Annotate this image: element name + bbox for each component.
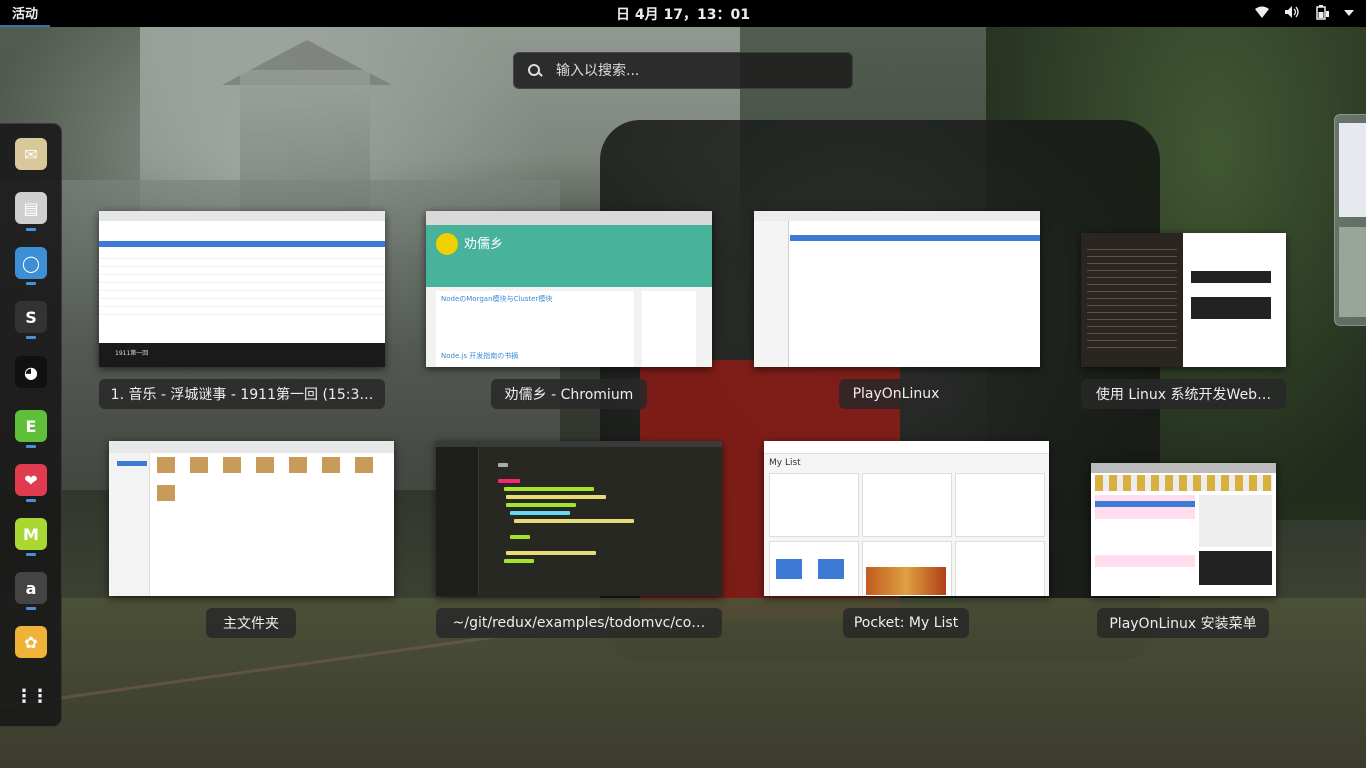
search-input[interactable]: [554, 61, 828, 80]
selected-row: [790, 235, 1040, 241]
clock[interactable]: 日 4月 17，13：01: [616, 4, 750, 24]
places-sidebar: [109, 453, 150, 596]
title-bar: [1091, 463, 1276, 473]
selected-row: [99, 241, 385, 247]
sidebar: [754, 221, 789, 367]
category-icons: [1095, 475, 1272, 491]
article-card: [862, 473, 952, 537]
window-thumbnail-sublime[interactable]: [436, 441, 722, 596]
sidebar-widget: [642, 291, 696, 367]
selected-place: [117, 461, 147, 466]
window-caption: ~/git/redux/examples/todomvc/co…: [436, 608, 722, 638]
article-card: [769, 473, 859, 537]
running-indicator: [26, 336, 36, 339]
playlist-rows: [99, 251, 385, 321]
window-caption: PlayOnLinux: [839, 379, 953, 409]
menu-bar: [99, 211, 385, 221]
mendeley-app-icon[interactable]: M: [15, 518, 47, 550]
window-caption: 使用 Linux 系统开发Web…: [1081, 379, 1286, 409]
article-card: [955, 541, 1045, 596]
blog-avatar: [436, 233, 458, 255]
background-clock-tower: [240, 70, 370, 230]
pocket-app-icon[interactable]: ❤: [15, 464, 47, 496]
window-thumbnail-pocket[interactable]: My List: [764, 441, 1049, 596]
running-indicator: [26, 282, 36, 285]
window-caption: 劝儒乡 - Chromium: [491, 379, 647, 409]
program-list: [1095, 495, 1195, 585]
volume-icon: [1284, 5, 1300, 23]
window-thumbnail-files[interactable]: [109, 441, 394, 596]
post-title: Node.js 开发指南の书摘: [441, 352, 519, 360]
amazon-app-icon[interactable]: a: [15, 572, 47, 604]
blog-title: 劝儒乡: [464, 237, 504, 252]
top-bar: 活动 日 4月 17，13：01: [0, 0, 1366, 27]
qq-app-icon[interactable]: ◕: [15, 356, 47, 388]
running-indicator: [26, 499, 36, 502]
dash: ✉ ▤ ◯ S ◕ E ❤ M a ✿ ⋮⋮: [0, 123, 62, 727]
code-area: [498, 455, 648, 585]
activities-button[interactable]: 活动: [0, 0, 51, 27]
running-indicator: [26, 228, 36, 231]
window-thumbnail-playonlinux-installer[interactable]: [1091, 463, 1276, 596]
code-block: [1191, 271, 1271, 283]
track-title: 1911第一回: [115, 350, 149, 357]
window-thumbnail-chromium[interactable]: 劝儒乡 NodeのMorgan模块与Cluster模块 Node.js 开发指南…: [426, 211, 712, 367]
workspace-switcher[interactable]: [1334, 114, 1366, 326]
code-block: [1191, 297, 1271, 319]
system-tray[interactable]: [1254, 4, 1354, 24]
menu-bar: [754, 211, 1040, 221]
wifi-icon: [1254, 5, 1270, 23]
running-indicator: [26, 445, 36, 448]
workspace-thumbnail[interactable]: [1339, 227, 1366, 317]
search-entry[interactable]: [513, 52, 853, 89]
sublime-app-icon[interactable]: S: [15, 301, 47, 333]
markdown-lines: [1087, 243, 1177, 353]
window-caption: PlayOnLinux 安装菜单: [1097, 608, 1269, 638]
running-indicator: [26, 607, 36, 610]
post-title: NodeのMorgan模块与Cluster模块: [441, 295, 553, 303]
article-image: [776, 559, 802, 579]
article-image: [866, 567, 946, 595]
pocket-title: My List: [769, 458, 801, 468]
playonlinux-app-icon[interactable]: ✿: [15, 626, 47, 658]
window-caption: 1. 音乐 - 浮城谜事 - 1911第一回 (15:3…: [99, 379, 385, 409]
program-screenshot: [1199, 551, 1272, 585]
files-app-icon[interactable]: ▤: [15, 192, 47, 224]
folder-icons-row: [157, 457, 387, 517]
battery-icon: [1314, 4, 1330, 24]
search-icon: [528, 63, 542, 78]
header-bar: [109, 441, 394, 453]
pocket-header: [764, 441, 1049, 454]
chromium-app-icon[interactable]: ◯: [15, 247, 47, 279]
window-caption: 主文件夹: [206, 608, 296, 638]
window-caption: Pocket: My List: [843, 608, 969, 638]
workspace-thumbnail[interactable]: [1339, 123, 1366, 217]
window-thumbnail-playonlinux[interactable]: [754, 211, 1040, 367]
article-image: [818, 559, 844, 579]
evernote-app-icon[interactable]: E: [15, 410, 47, 442]
program-description: [1199, 495, 1272, 547]
article-card: [955, 473, 1045, 537]
window-thumbnail-editor[interactable]: [1081, 233, 1286, 367]
browser-tab-bar: [426, 211, 712, 225]
system-menu-chevron-down-icon: [1344, 6, 1354, 21]
window-thumbnail-music[interactable]: 1911第一回: [99, 211, 385, 367]
app-grid-icon[interactable]: ⋮⋮: [15, 680, 49, 712]
running-indicator: [26, 553, 36, 556]
mail-app-icon[interactable]: ✉: [15, 138, 47, 170]
file-tree: [436, 447, 479, 596]
folder-icon: [157, 485, 175, 501]
